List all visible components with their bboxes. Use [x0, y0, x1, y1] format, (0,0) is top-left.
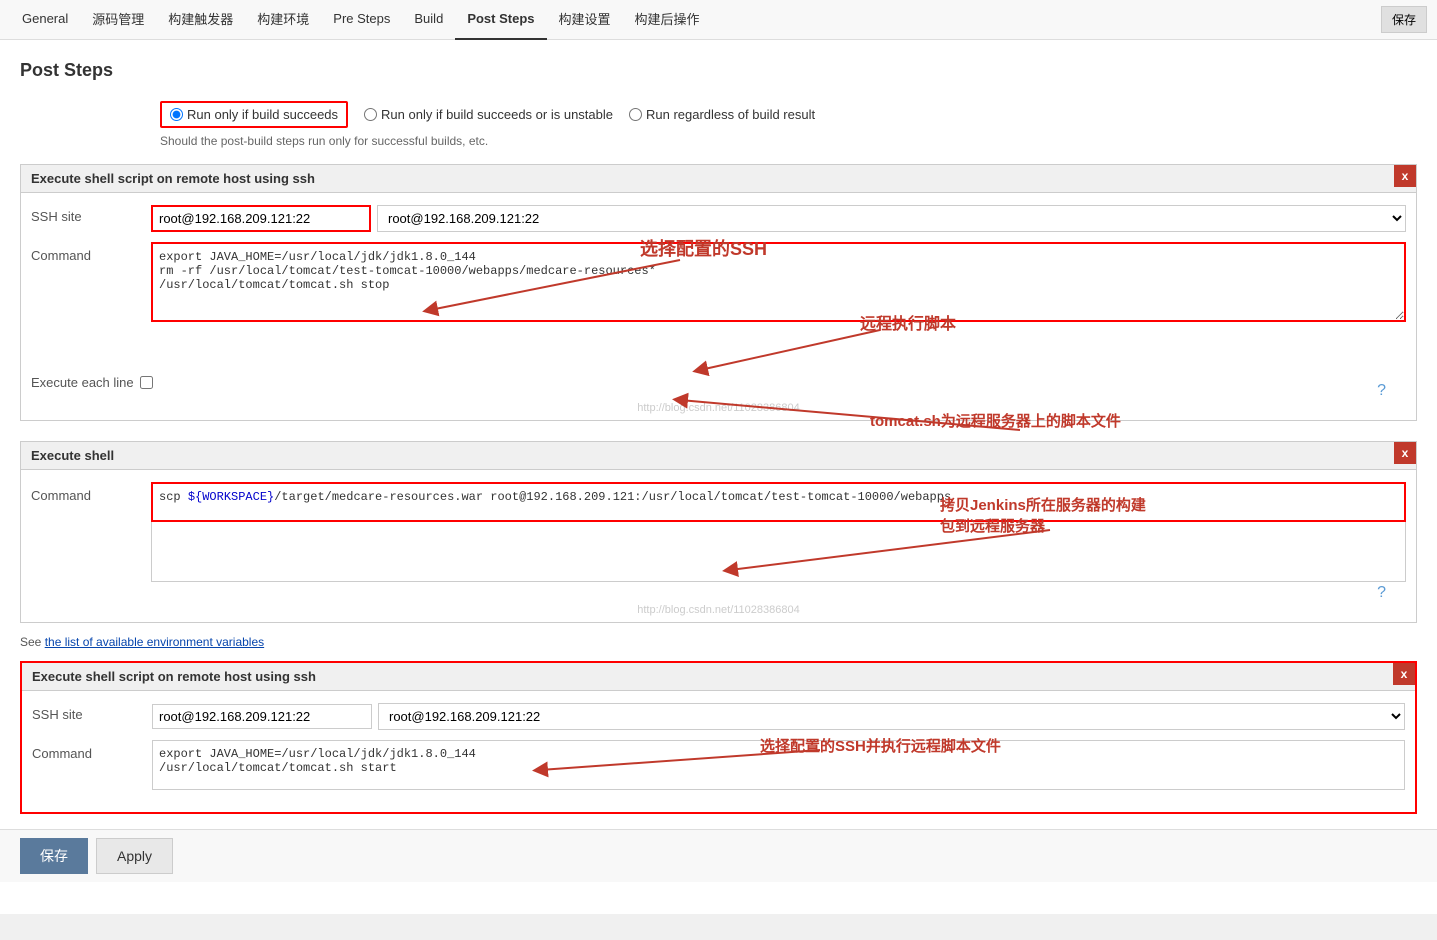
- nav-item-trigger[interactable]: 构建触发器: [156, 0, 245, 40]
- radio-option-2[interactable]: Run only if build succeeds or is unstabl…: [364, 107, 613, 122]
- nav-item-buildsettings[interactable]: 构建设置: [547, 0, 623, 40]
- nav-item-source[interactable]: 源码管理: [80, 0, 156, 40]
- bottom-bar: 保存 Apply: [0, 829, 1437, 882]
- close-button-3[interactable]: x: [1393, 663, 1415, 685]
- help-icon-1: ?: [1377, 382, 1386, 400]
- ssh-site-label-2: SSH site: [32, 703, 152, 722]
- save-button-top[interactable]: 保存: [1381, 6, 1427, 33]
- radio-option-1[interactable]: Run only if build succeeds: [160, 101, 348, 128]
- nav-item-presteps[interactable]: Pre Steps: [321, 0, 402, 40]
- env-link[interactable]: the list of available environment variab…: [45, 635, 264, 649]
- command-line-2: /usr/local/tomcat/tomcat.sh start: [159, 761, 1398, 775]
- nav-item-general[interactable]: General: [10, 0, 80, 40]
- ssh-site-select-2[interactable]: root@192.168.209.121:22: [378, 703, 1405, 730]
- nav-item-env[interactable]: 构建环境: [245, 0, 321, 40]
- section-header-3: Execute shell script on remote host usin…: [22, 663, 1415, 691]
- top-nav: General 源码管理 构建触发器 构建环境 Pre Steps Build …: [0, 0, 1437, 40]
- close-button-2[interactable]: x: [1394, 442, 1416, 464]
- ssh-site-label-1: SSH site: [31, 205, 151, 224]
- radio-option-3[interactable]: Run regardless of build result: [629, 107, 815, 122]
- radio-hint: Should the post-build steps run only for…: [160, 134, 1417, 148]
- save-button-bottom[interactable]: 保存: [20, 838, 88, 874]
- help-icon-2: ?: [1377, 584, 1386, 602]
- section-ssh-1: Execute shell script on remote host usin…: [20, 164, 1417, 421]
- command-label-2: Command: [31, 482, 151, 503]
- ssh-site-input-2[interactable]: [152, 704, 372, 729]
- execute-each-line-checkbox-1[interactable]: [140, 376, 153, 389]
- ssh-site-input-1[interactable]: [151, 205, 371, 232]
- env-hint: See the list of available environment va…: [20, 635, 1417, 649]
- execute-each-line-1: Execute each line: [31, 375, 1406, 390]
- ssh-site-select-1[interactable]: root@192.168.209.121:22: [377, 205, 1406, 232]
- command-label-3: Command: [32, 740, 152, 761]
- nav-item-postbuild[interactable]: 构建后操作: [623, 0, 712, 40]
- section-ssh-2: Execute shell script on remote host usin…: [20, 661, 1417, 814]
- radio-group: Run only if build succeeds Run only if b…: [160, 101, 1417, 128]
- nav-item-poststeps[interactable]: Post Steps: [455, 0, 546, 40]
- command-label-1: Command: [31, 242, 151, 263]
- watermark-2: http://blog.csdn.net/11028386804: [21, 604, 1416, 622]
- nav-item-build[interactable]: Build: [402, 0, 455, 40]
- command-textarea-1[interactable]: export JAVA_HOME=/usr/local/jdk/jdk1.8.0…: [151, 242, 1406, 322]
- watermark-1: http://blog.csdn.net/11028386804: [21, 402, 1416, 420]
- section-shell: Execute shell x Command scp ${WORKSPACE}…: [20, 441, 1417, 623]
- section-header-1: Execute shell script on remote host usin…: [21, 165, 1416, 193]
- page-title: Post Steps: [20, 60, 1417, 81]
- scp-command: scp ${WORKSPACE}/target/medcare-resource…: [159, 490, 951, 504]
- apply-button[interactable]: Apply: [96, 838, 173, 874]
- section-header-2: Execute shell: [21, 442, 1416, 470]
- close-button-1[interactable]: x: [1394, 165, 1416, 187]
- command-line-1: export JAVA_HOME=/usr/local/jdk/jdk1.8.0…: [159, 747, 1398, 761]
